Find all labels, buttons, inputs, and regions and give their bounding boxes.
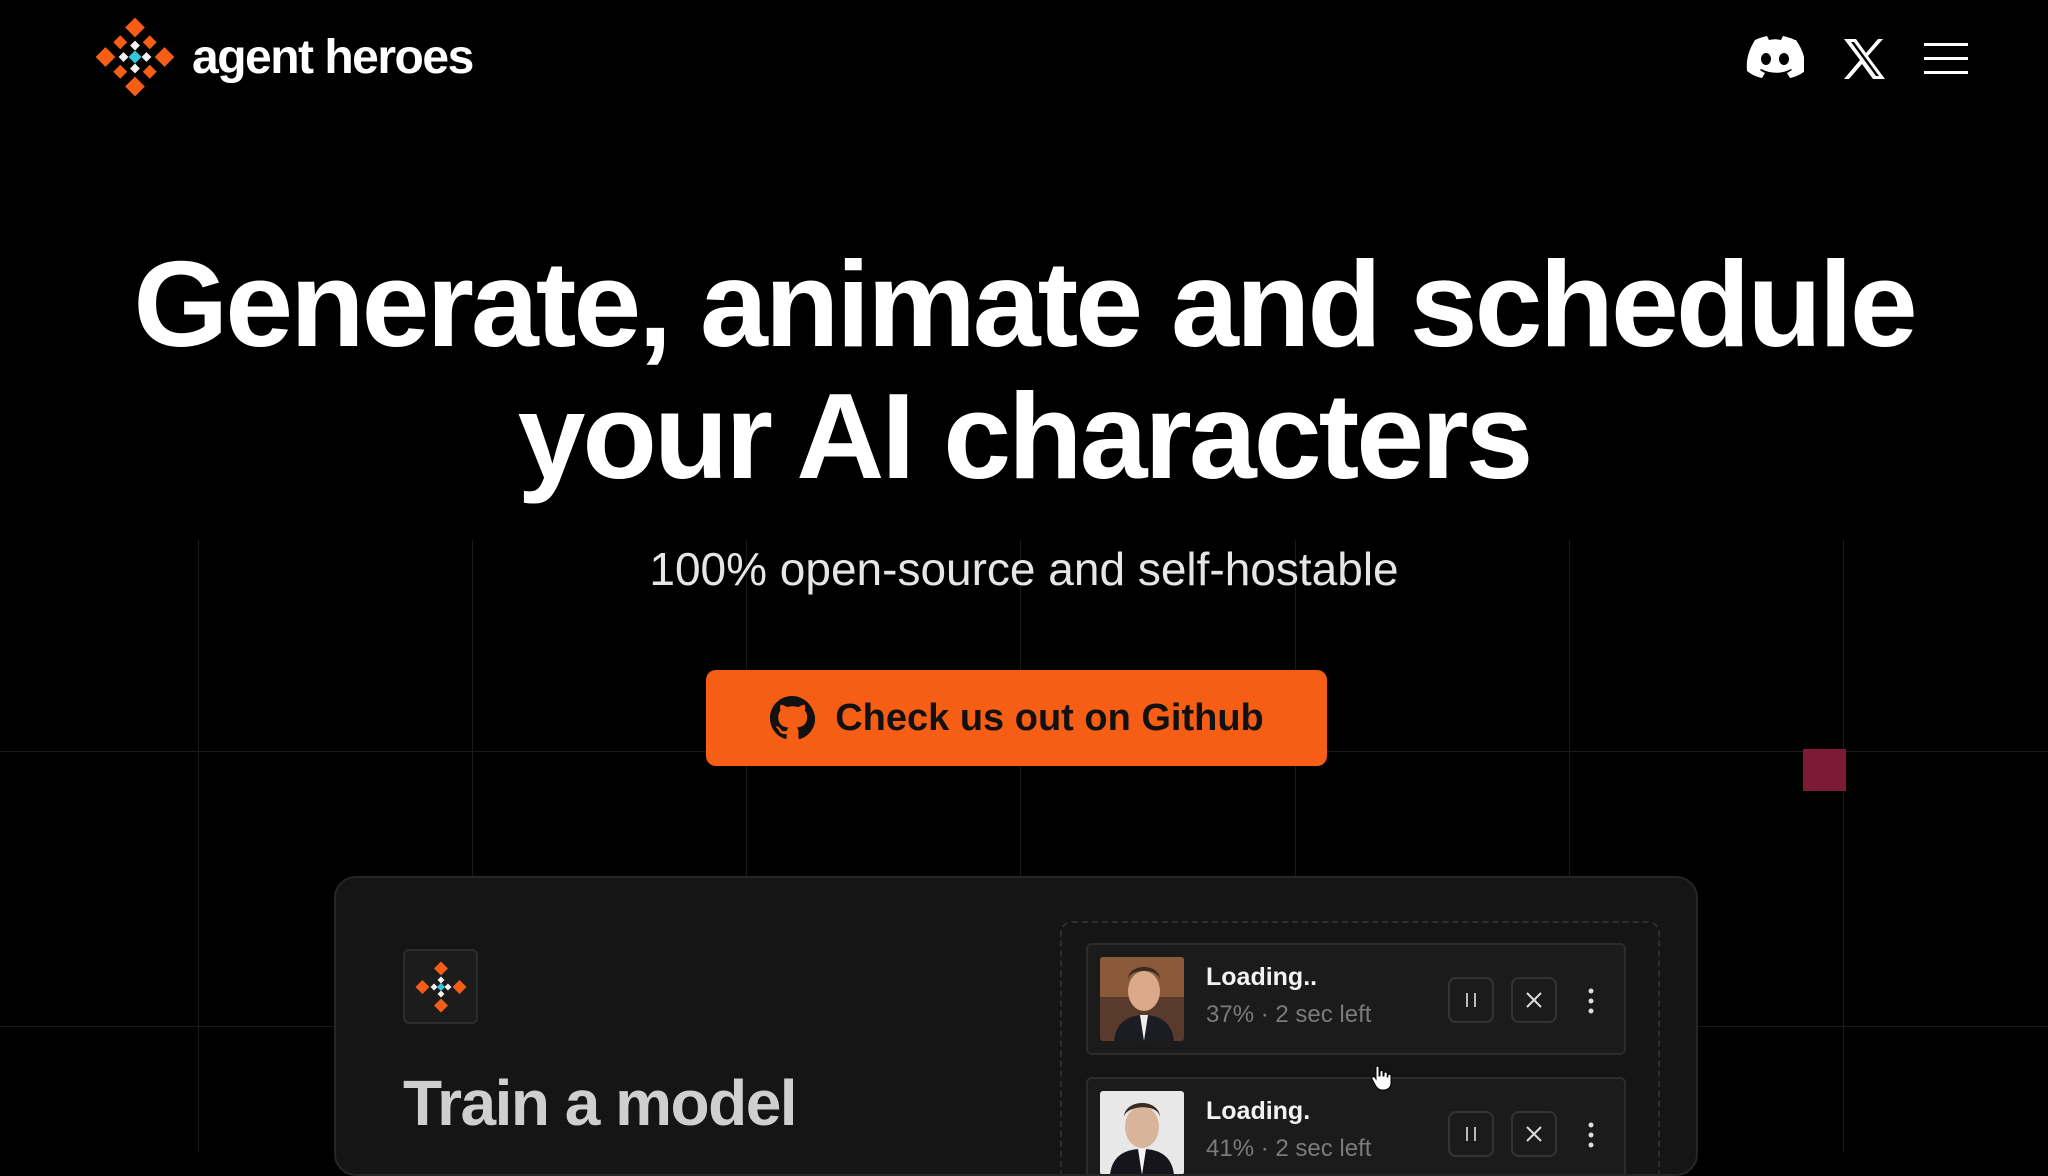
hand-cursor-icon xyxy=(1371,1065,1392,1091)
avatar-thumbnail xyxy=(1100,1091,1184,1174)
diamond-logo-icon xyxy=(94,16,176,98)
hamburger-menu-icon xyxy=(1924,43,1968,74)
hero-title-line1: Generate, animate and schedule xyxy=(133,236,1917,372)
close-icon xyxy=(1526,992,1542,1008)
hero-title: Generate, animate and schedule your AI c… xyxy=(0,238,2048,502)
site-header: agent heroes xyxy=(0,0,2048,120)
kebab-menu-icon xyxy=(1588,1122,1594,1148)
cancel-button[interactable] xyxy=(1511,977,1557,1023)
x-link[interactable] xyxy=(1842,37,1886,81)
queue-item-title: Loading. xyxy=(1206,1097,1311,1125)
pause-icon xyxy=(1466,993,1476,1007)
more-options-button[interactable] xyxy=(1581,1115,1601,1155)
queue-item-status: 37% · 2 sec left xyxy=(1206,1001,1372,1028)
accent-square xyxy=(1803,749,1846,791)
brand-name: agent heroes xyxy=(192,30,474,84)
cancel-button[interactable] xyxy=(1511,1111,1557,1157)
demo-card: Train a model Loading.. 37% · 2 sec left xyxy=(334,876,1698,1176)
discord-icon xyxy=(1746,36,1804,78)
menu-button[interactable] xyxy=(1924,41,1968,77)
queue-item-status: 41% · 2 sec left xyxy=(1206,1135,1372,1162)
card-title: Train a model xyxy=(403,1067,798,1139)
diamond-logo-icon xyxy=(414,960,467,1013)
kebab-menu-icon xyxy=(1588,988,1594,1014)
card-logo-tile xyxy=(403,949,478,1024)
github-icon xyxy=(769,695,816,741)
discord-link[interactable] xyxy=(1746,36,1804,82)
pause-button[interactable] xyxy=(1448,1111,1494,1157)
github-cta-label: Check us out on Github xyxy=(835,696,1264,739)
queue-item-title: Loading.. xyxy=(1206,963,1318,991)
pause-icon xyxy=(1466,1127,1476,1141)
x-icon xyxy=(1844,39,1885,79)
queue-item: Loading.. 37% · 2 sec left xyxy=(1086,943,1626,1055)
github-cta-button[interactable]: Check us out on Github xyxy=(706,670,1327,766)
hero-subtitle: 100% open-source and self-hostable xyxy=(649,543,1399,595)
hero-title-line2: your AI characters xyxy=(517,368,1534,504)
brand-logo-link[interactable]: agent heroes xyxy=(94,16,474,98)
upload-queue: Loading.. 37% · 2 sec left Loading. 41% … xyxy=(1060,921,1660,1174)
queue-item: Loading. 41% · 2 sec left xyxy=(1086,1077,1626,1174)
close-icon xyxy=(1526,1126,1542,1142)
more-options-button[interactable] xyxy=(1581,981,1601,1021)
header-nav xyxy=(1746,36,1968,82)
pause-button[interactable] xyxy=(1448,977,1494,1023)
avatar-thumbnail xyxy=(1100,957,1184,1041)
